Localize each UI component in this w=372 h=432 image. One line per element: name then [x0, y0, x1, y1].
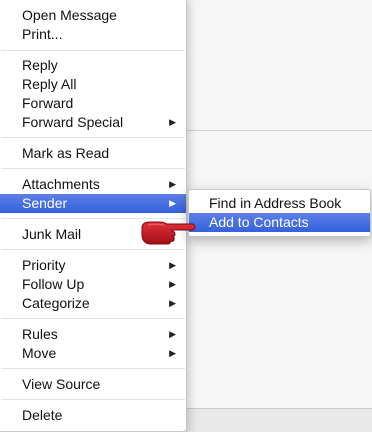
menu-item-label: Mark as Read — [22, 145, 110, 161]
menu-item-rules[interactable]: Rules ▶ — [0, 325, 186, 344]
menu-separator — [1, 399, 185, 400]
menu-item-label: Open Message — [22, 7, 117, 23]
menu-item-reply[interactable]: Reply — [0, 56, 186, 75]
submenu-arrow-icon: ▶ — [169, 298, 176, 308]
menu-separator — [1, 249, 185, 250]
menu-item-label: Sender — [22, 195, 68, 211]
pane-divider — [186, 130, 372, 131]
menu-item-forward[interactable]: Forward — [0, 94, 186, 113]
menu-item-priority[interactable]: Priority ▶ — [0, 256, 186, 275]
submenu-arrow-icon: ▶ — [169, 279, 176, 289]
menu-item-label: Forward — [22, 95, 74, 111]
menu-item-mark-as-read[interactable]: Mark as Read — [0, 144, 186, 163]
pointing-hand-icon — [141, 221, 196, 245]
menu-item-move[interactable]: Move ▶ — [0, 344, 186, 363]
submenu-arrow-icon: ▶ — [169, 198, 176, 208]
menu-separator — [1, 368, 185, 369]
submenu-arrow-icon: ▶ — [169, 117, 176, 127]
menu-item-follow-up[interactable]: Follow Up ▶ — [0, 275, 186, 294]
menu-separator — [1, 137, 185, 138]
submenu-item-add-to-contacts[interactable]: Add to Contacts — [189, 213, 370, 232]
menu-item-label: Move — [22, 345, 57, 361]
submenu-arrow-icon: ▶ — [169, 179, 176, 189]
menu-item-label: Reply — [22, 57, 58, 73]
menu-item-label: Rules — [22, 326, 58, 342]
submenu-item-label: Find in Address Book — [209, 195, 342, 211]
submenu-item-find-in-address-book[interactable]: Find in Address Book — [189, 194, 370, 213]
menu-item-forward-special[interactable]: Forward Special ▶ — [0, 113, 186, 132]
menu-item-label: Print... — [22, 26, 63, 42]
menu-item-open-message[interactable]: Open Message — [0, 6, 186, 25]
bottom-bar — [186, 408, 372, 432]
menu-separator — [1, 318, 185, 319]
menu-item-view-source[interactable]: View Source — [0, 375, 186, 394]
submenu-item-label: Add to Contacts — [209, 214, 309, 230]
menu-separator — [1, 50, 185, 51]
menu-item-delete[interactable]: Delete — [0, 406, 186, 425]
menu-item-label: Forward Special — [22, 114, 124, 130]
menu-item-sender[interactable]: Sender ▶ — [0, 194, 186, 213]
menu-separator — [1, 168, 185, 169]
menu-item-print[interactable]: Print... — [0, 25, 186, 44]
menu-item-reply-all[interactable]: Reply All — [0, 75, 186, 94]
submenu-arrow-icon: ▶ — [169, 329, 176, 339]
menu-item-label: Reply All — [22, 76, 77, 92]
context-menu: Open Message Print... Reply Reply All Fo… — [0, 0, 187, 432]
menu-item-label: View Source — [22, 376, 101, 392]
menu-item-label: Follow Up — [22, 276, 85, 292]
submenu-arrow-icon: ▶ — [169, 348, 176, 358]
menu-item-categorize[interactable]: Categorize ▶ — [0, 294, 186, 313]
menu-item-label: Priority — [22, 257, 66, 273]
submenu-arrow-icon: ▶ — [169, 260, 176, 270]
menu-item-attachments[interactable]: Attachments ▶ — [0, 175, 186, 194]
menu-item-label: Attachments — [22, 176, 100, 192]
menu-item-label: Delete — [22, 407, 63, 423]
menu-item-label: Junk Mail — [22, 226, 82, 242]
sender-submenu: Find in Address Book Add to Contacts — [188, 189, 371, 237]
menu-item-label: Categorize — [22, 295, 90, 311]
